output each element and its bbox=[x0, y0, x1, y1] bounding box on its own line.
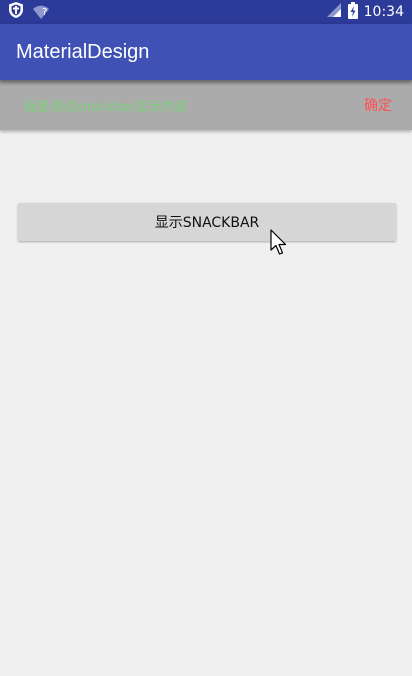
wifi-unknown-glyph: ? bbox=[42, 7, 48, 18]
wifi-unknown-icon: ? bbox=[32, 4, 50, 20]
app-bar: MaterialDesign bbox=[0, 24, 412, 80]
status-time: 10:34 bbox=[363, 4, 404, 20]
shield-icon bbox=[8, 1, 24, 23]
status-bar: ? 10:34 bbox=[0, 0, 412, 24]
show-snackbar-button[interactable]: 显示SNACKBAR bbox=[18, 203, 396, 241]
snackbar: 我是测试snackbar显示内容 确定 bbox=[0, 80, 412, 130]
snackbar-message: 我是测试snackbar显示内容 bbox=[24, 99, 188, 115]
signal-icon bbox=[326, 2, 342, 22]
snackbar-confirm-button[interactable]: 确定 bbox=[364, 95, 392, 115]
battery-charging-icon bbox=[347, 1, 358, 23]
mouse-cursor-icon bbox=[270, 229, 287, 255]
page-title: MaterialDesign bbox=[16, 40, 150, 63]
